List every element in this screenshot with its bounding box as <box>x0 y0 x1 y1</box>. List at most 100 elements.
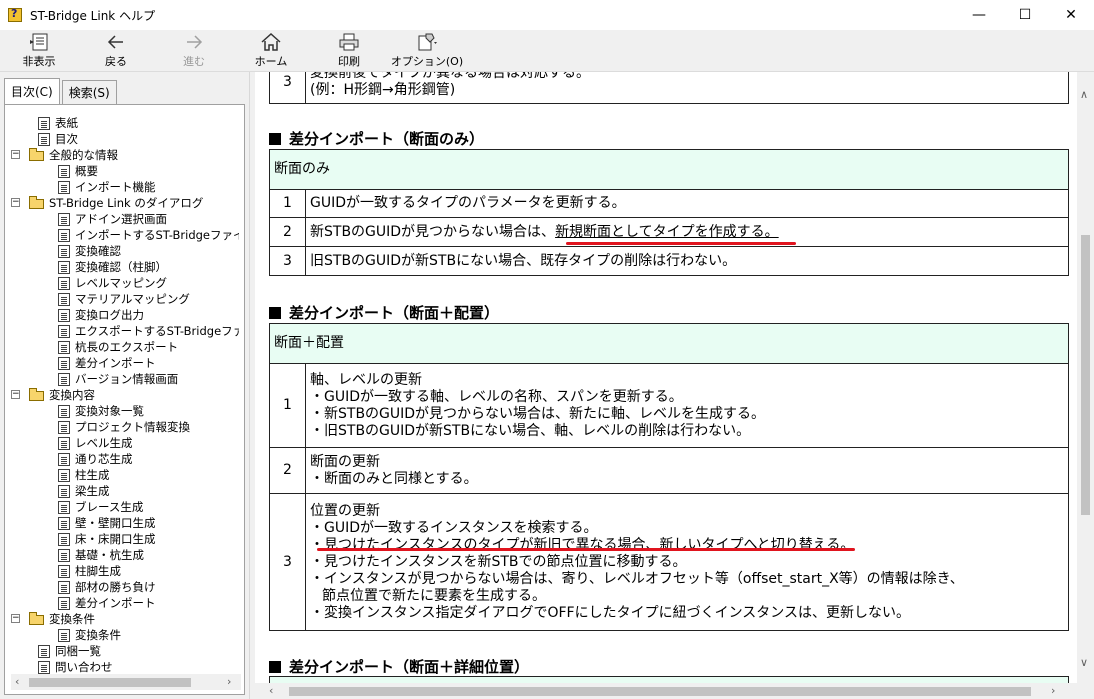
tree-item-label: 変換確認（柱脚） <box>75 260 167 274</box>
tree-item[interactable]: 壁・壁開口生成 <box>11 515 239 531</box>
tree-item[interactable]: ブレース生成 <box>11 499 239 515</box>
table-header-row: 断面＋配置 <box>269 323 1069 364</box>
tree-item[interactable]: 基礎・杭生成 <box>11 547 239 563</box>
tree-horizontal-scrollbar[interactable]: ‹ › <box>11 674 241 690</box>
tree-item[interactable]: − 全般的な情報 <box>11 147 239 163</box>
page-icon <box>58 405 70 418</box>
tree-item-label: 通り芯生成 <box>75 452 133 466</box>
tree-scroll-thumb[interactable] <box>29 678 191 687</box>
tree-item[interactable]: バージョン情報画面 <box>11 371 239 387</box>
hide-button[interactable]: 非表示 <box>0 32 78 70</box>
scroll-left-icon[interactable]: ‹ <box>269 684 273 697</box>
tree-item[interactable]: プロジェクト情報変換 <box>11 419 239 435</box>
options-label: オプション(O) <box>390 55 464 68</box>
row-number: 3 <box>269 246 306 276</box>
scroll-left-icon[interactable]: ‹ <box>15 675 19 688</box>
tree-item-label: 変換対象一覧 <box>75 404 144 418</box>
close-button[interactable]: ✕ <box>1048 0 1094 30</box>
tree-item[interactable]: アドイン選択画面 <box>11 211 239 227</box>
tree-item[interactable]: 差分インポート <box>11 355 239 371</box>
tree-item-label: 壁・壁開口生成 <box>75 516 156 530</box>
table-cell: GUIDが一致するタイプのパラメータを更新する。 <box>305 189 1069 218</box>
tree-item[interactable]: 梁生成 <box>11 483 239 499</box>
tree-item[interactable]: 杭長のエクスポート <box>11 339 239 355</box>
contents-tree: 表紙 目次 − 全般的な情報 概要 インポート機能 − ST-Bridge Link のダイア… <box>11 115 239 677</box>
page-icon <box>58 213 70 226</box>
tree-item-label: 部材の勝ち負け <box>75 580 156 594</box>
tree-item-label: エクスポートするST-Bridgeファイ <box>75 324 239 338</box>
tree-item[interactable]: 問い合わせ <box>11 659 239 675</box>
page-icon <box>58 565 70 578</box>
content-scroll-thumb[interactable] <box>1081 235 1090 515</box>
tab-search[interactable]: 検索(S) <box>61 80 117 104</box>
cell-text: 新STBのGUIDが見つからない場合は、 <box>310 223 556 240</box>
tree-item[interactable]: 柱脚生成 <box>11 563 239 579</box>
content-vertical-scrollbar[interactable]: ∧ ∨ <box>1077 72 1094 683</box>
tree-item[interactable]: 通り芯生成 <box>11 451 239 467</box>
tree-item-label: 変換条件 <box>75 628 121 642</box>
tree-item[interactable]: インポート機能 <box>11 179 239 195</box>
tree-item[interactable]: レベルマッピング <box>11 275 239 291</box>
tree-item[interactable]: − 変換内容 <box>11 387 239 403</box>
section1-table: 断面のみ 1 GUIDが一致するタイプのパラメータを更新する。 2 新STBのGUI… <box>269 149 1069 276</box>
page-icon <box>58 181 70 194</box>
tree-item[interactable]: 部材の勝ち負け <box>11 579 239 595</box>
collapse-icon[interactable]: − <box>11 150 20 159</box>
cell-line: (例：H形鋼→角形鋼管) <box>310 82 456 98</box>
cell-line: ・インスタンスが見つからない場合は、寄り、レベルオフセット等（offset_st… <box>310 570 964 587</box>
tree-item[interactable]: 表紙 <box>11 115 239 131</box>
content-hscroll-thumb[interactable] <box>289 687 1031 696</box>
tree-item[interactable]: インポートするST-Bridgeファイル <box>11 227 239 243</box>
forward-button[interactable]: 進む <box>155 32 233 70</box>
cell-line: 軸、レベルの更新 <box>310 371 422 388</box>
page-icon <box>58 501 70 514</box>
tree-item[interactable]: 概要 <box>11 163 239 179</box>
tree-item-label: 梁生成 <box>75 484 110 498</box>
help-content: 3 変換前後でタイプが異なる場合は対応する。 (例：H形鋼→角形鋼管) 差分イン… <box>255 72 1077 683</box>
maximize-button[interactable]: ☐ <box>1002 0 1048 30</box>
back-label: 戻る <box>105 55 127 68</box>
folder-icon <box>29 148 44 161</box>
content-horizontal-scrollbar[interactable]: ‹ › <box>255 683 1094 699</box>
options-button[interactable]: オプション(O) <box>388 32 466 70</box>
home-button[interactable]: ホーム <box>232 32 310 70</box>
section2-table: 断面＋配置 1 軸、レベルの更新 ・GUIDが一致する軸、レベルの名称、スパンを… <box>269 323 1069 631</box>
tree-item-label: プロジェクト情報変換 <box>75 420 190 434</box>
tree-item[interactable]: 柱生成 <box>11 467 239 483</box>
scroll-right-icon[interactable]: › <box>1051 684 1055 697</box>
cell-line: ・新STBのGUIDが見つからない場合は、新たに軸、レベルを生成する。 <box>310 405 766 422</box>
page-icon <box>58 517 70 530</box>
tree-item[interactable]: 変換確認 <box>11 243 239 259</box>
tree-item[interactable]: マテリアルマッピング <box>11 291 239 307</box>
tree-item[interactable]: エクスポートするST-Bridgeファイ <box>11 323 239 339</box>
collapse-icon[interactable]: − <box>11 614 20 623</box>
scroll-down-icon[interactable]: ∨ <box>1080 656 1088 669</box>
scroll-up-icon[interactable]: ∧ <box>1080 88 1088 101</box>
collapse-icon[interactable]: − <box>11 198 20 207</box>
tree-item[interactable]: 目次 <box>11 131 239 147</box>
page-icon <box>58 437 70 450</box>
help-app-icon: ? <box>8 7 24 23</box>
collapse-icon[interactable]: − <box>11 390 20 399</box>
tree-item[interactable]: 変換条件 <box>11 627 239 643</box>
minimize-button[interactable]: — <box>956 0 1002 30</box>
table-row: 3 位置の更新 ・GUIDが一致するインスタンスを検索する。 ・見つけたインスタ… <box>269 493 1069 631</box>
tree-item[interactable]: 変換ログ出力 <box>11 307 239 323</box>
tree-item[interactable]: 変換確認（柱脚） <box>11 259 239 275</box>
options-icon <box>416 32 438 52</box>
print-button[interactable]: 印刷 <box>310 32 388 70</box>
tree-item[interactable]: − 変換条件 <box>11 611 239 627</box>
tree-item[interactable]: − ST-Bridge Link のダイアログ <box>11 195 239 211</box>
tree-item-label: アドイン選択画面 <box>75 212 167 226</box>
tab-contents[interactable]: 目次(C) <box>4 78 60 104</box>
page-icon <box>58 421 70 434</box>
tree-item[interactable]: 床・床開口生成 <box>11 531 239 547</box>
cell-line: ・変換インスタンス指定ダイアログでOFFにしたタイプに紐づくインスタンスは、更新… <box>310 604 911 621</box>
back-button[interactable]: 戻る <box>77 32 155 70</box>
cell-line: 変換前後でタイプが異なる場合は対応する。 <box>310 72 590 81</box>
tree-item[interactable]: レベル生成 <box>11 435 239 451</box>
tree-item[interactable]: 差分インポート <box>11 595 239 611</box>
tree-item[interactable]: 同梱一覧 <box>11 643 239 659</box>
tree-item[interactable]: 変換対象一覧 <box>11 403 239 419</box>
scroll-right-icon[interactable]: › <box>227 675 231 688</box>
